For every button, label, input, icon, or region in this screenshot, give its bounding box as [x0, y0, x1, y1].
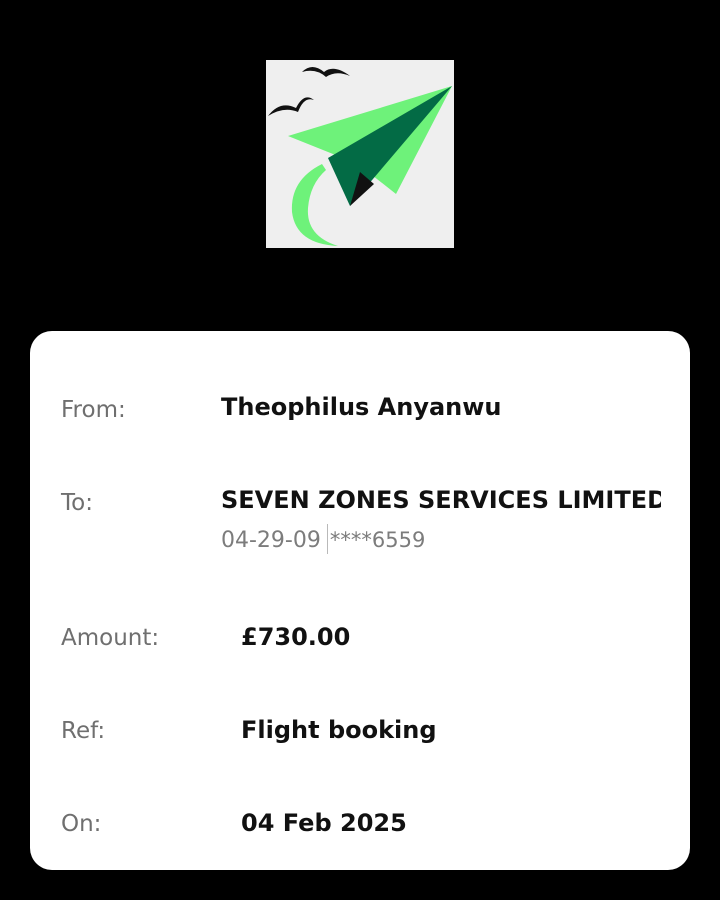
to-value: SEVEN ZONES SERVICES LIMITED [221, 486, 661, 514]
from-value: Theophilus Anyanwu [221, 393, 502, 421]
account-details: 04-29-09 ****6559 [221, 524, 425, 556]
amount-value: £730.00 [241, 623, 351, 651]
transfer-receipt-screen: From: Theophilus Anyanwu To: SEVEN ZONES… [0, 0, 720, 900]
to-value-container: SEVEN ZONES SERVICES LIMITED [221, 484, 661, 516]
bird-icon [268, 97, 314, 116]
bird-icon [302, 67, 350, 77]
paper-plane-icon [268, 67, 452, 246]
sort-code: 04-29-09 [221, 528, 321, 553]
date-value: 04 Feb 2025 [241, 809, 407, 837]
paper-plane-logo-icon [266, 60, 454, 248]
amount-label: Amount: [61, 625, 160, 651]
divider [326, 524, 328, 554]
ref-value: Flight booking [241, 716, 437, 744]
account-number-masked: ****6559 [329, 528, 426, 552]
on-label: On: [61, 811, 102, 837]
trail-swoosh [291, 164, 338, 246]
from-label: From: [61, 397, 126, 423]
ref-label: Ref: [61, 718, 106, 744]
transfer-details-card: From: Theophilus Anyanwu To: SEVEN ZONES… [30, 331, 690, 870]
to-label: To: [61, 490, 93, 516]
